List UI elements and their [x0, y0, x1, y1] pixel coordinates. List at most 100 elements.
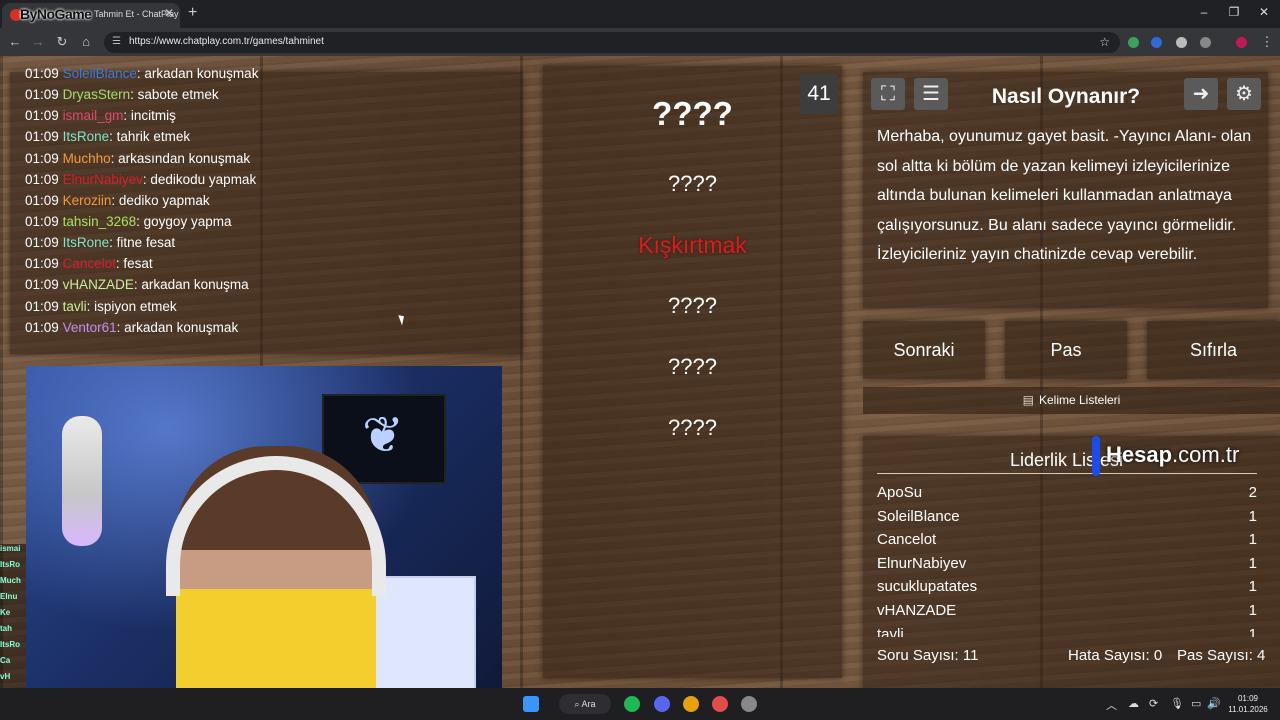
word-lists-button[interactable]: ▤ Kelime Listeleri: [863, 387, 1280, 414]
back-icon[interactable]: ←: [7, 34, 23, 49]
leaderboard-row: ApoSu 2: [877, 481, 1257, 505]
mic-icon[interactable]: 🎙: [1170, 697, 1184, 710]
site-info-icon[interactable]: ☰: [112, 36, 121, 47]
microphone: [62, 416, 102, 546]
chrome-profile-icon[interactable]: [712, 696, 728, 712]
chat-time: 01:09: [25, 256, 59, 272]
sponsor-name: Hesap: [1106, 441, 1173, 467]
chat-time: 01:09: [25, 129, 59, 145]
overlay-chat-name: tah: [0, 624, 26, 640]
leaderboard-name: SoleilBlance: [877, 507, 960, 525]
close-window-button[interactable]: ✕: [1254, 5, 1274, 19]
brand-overlay: ByNoGame: [20, 6, 92, 22]
url-text[interactable]: https://www.chatplay.com.tr/games/tahmin…: [129, 36, 324, 47]
reload-icon[interactable]: ↻: [54, 34, 70, 50]
how-to-play-text: Merhaba, oyunumuz gayet basit. -Yayıncı …: [877, 128, 1252, 263]
browser-toolbar: ← → ↻ ⌂ ☰ https://www.chatplay.com.tr/ga…: [0, 28, 1280, 56]
chat-username[interactable]: tavli: [63, 299, 87, 314]
extension-translate-icon[interactable]: [1151, 37, 1162, 48]
chat-message: 01:09 Ventor61: arkadan konuşmak: [25, 319, 239, 335]
streamer-webcam: ❦: [26, 366, 502, 688]
cloud-icon[interactable]: ☁: [1128, 697, 1139, 710]
spotify-icon[interactable]: [624, 696, 640, 712]
overlay-chat-name: Ke: [0, 608, 26, 624]
volume-icon[interactable]: 🔊: [1207, 697, 1221, 710]
overlay-chat-name: Ca: [0, 656, 26, 672]
chat-username[interactable]: ItsRone: [63, 235, 110, 250]
chat-username[interactable]: ItsRone: [63, 129, 110, 144]
word-lists-label: Kelime Listeleri: [1038, 393, 1121, 407]
word-hidden-1: ????: [652, 95, 733, 132]
extensions-menu-icon[interactable]: [1200, 37, 1211, 48]
leaderboard-row: sucuklupatates 1: [877, 575, 1257, 599]
leaderboard-score: 1: [1248, 554, 1257, 572]
extension-puzzle-icon[interactable]: [1176, 37, 1187, 48]
chat-username[interactable]: ElnurNabiyev: [63, 172, 143, 187]
obs-icon[interactable]: [741, 696, 757, 712]
chat-time: 01:09: [25, 319, 59, 335]
tray-expand-icon[interactable]: ︿: [1106, 697, 1117, 713]
address-bar[interactable]: ☰ https://www.chatplay.com.tr/games/tahm…: [104, 32, 1120, 53]
taskbar-search-label: Ara: [581, 699, 596, 709]
pass-button[interactable]: Pas: [1005, 321, 1127, 379]
chat-text: tahrik etmek: [116, 129, 191, 145]
exit-icon[interactable]: ➜: [1184, 78, 1218, 110]
more-menu-icon[interactable]: ⋮: [1259, 34, 1275, 50]
profile-avatar-icon[interactable]: [1236, 37, 1247, 48]
chat-username[interactable]: Ventor61: [63, 320, 117, 335]
chat-username[interactable]: DryasStern: [63, 87, 131, 102]
question-count: Soru Sayısı: 11: [877, 647, 979, 664]
chat-username[interactable]: Muchho: [63, 151, 111, 166]
bookmark-star-icon[interactable]: ☆: [1099, 35, 1110, 49]
chat-time: 01:09: [25, 66, 59, 81]
chat-username[interactable]: SoleilBlance: [63, 66, 137, 81]
taskbar-search[interactable]: ⌕ Ara: [559, 694, 611, 714]
sponsor-logo-icon: [1092, 436, 1100, 476]
taskbar-clock[interactable]: 01:09 11.01.2026: [1222, 693, 1274, 715]
sponsor-domain: .com.tr: [1172, 441, 1240, 467]
word-hidden-4: ????: [668, 354, 717, 379]
leaderboard-name: Cancelot: [877, 531, 937, 549]
sync-icon[interactable]: ⟳: [1149, 697, 1158, 710]
leaderboard-score: 1: [1248, 601, 1257, 619]
discord-icon[interactable]: [654, 696, 670, 712]
home-icon[interactable]: ⌂: [78, 34, 94, 49]
word-active: Kışkırtmak: [638, 232, 747, 258]
chat-username[interactable]: vHANZADE: [63, 277, 134, 292]
chat-time: 01:09: [25, 171, 59, 187]
restore-button[interactable]: ❐: [1224, 5, 1244, 19]
chat-message: 01:09 SoleilBlance: arkadan konuşmak: [25, 66, 259, 81]
chat-text: arkadan konuşmak: [144, 66, 259, 81]
tab-bar: ByNoGame Tahmin Et - ChatPlay ✕ + – ❐ ✕: [0, 0, 1280, 28]
display-icon[interactable]: ▭: [1191, 697, 1201, 710]
forward-icon[interactable]: →: [30, 34, 46, 49]
close-tab-icon[interactable]: ✕: [164, 6, 174, 20]
chat-username[interactable]: tahsin_3268: [63, 214, 137, 229]
leaderboard-row: vHANZADE 1: [877, 599, 1257, 623]
chat-message: 01:09 ismail_gm: incitmiş: [25, 108, 176, 124]
minimize-button[interactable]: –: [1194, 5, 1214, 19]
extension-shield-icon[interactable]: [1128, 37, 1139, 48]
chat-username[interactable]: Cancelot: [63, 256, 116, 271]
settings-icon[interactable]: ⚙: [1227, 78, 1261, 110]
leaderboard-row: ElnurNabiyev 1: [877, 552, 1257, 576]
tab-tahminet[interactable]: ByNoGame Tahmin Et - ChatPlay ✕: [2, 3, 180, 28]
start-icon[interactable]: [523, 696, 539, 712]
chrome-icon[interactable]: [683, 696, 699, 712]
chat-time: 01:09: [25, 108, 59, 124]
word-hidden-3: ????: [668, 293, 717, 318]
next-button[interactable]: Sonraki: [863, 321, 985, 379]
chat-username[interactable]: Keroziin: [63, 193, 112, 208]
reset-button[interactable]: Sıfırla: [1147, 321, 1280, 379]
sponsor-watermark: Hesap.com.tr: [1092, 436, 1239, 476]
new-tab-button[interactable]: +: [188, 4, 197, 22]
chat-message-list: 01:09 SoleilBlance: arkadan konuşmak 01:0…: [25, 66, 505, 341]
chat-text: sabote etmek: [137, 87, 219, 103]
chat-text: arkasından konuşmak: [118, 150, 251, 166]
leaderboard-list: ApoSu 2 SoleilBlance 1 Cancelot 1 ElnurNabiyev…: [877, 481, 1257, 637]
overlay-chat-name: Elnu: [0, 592, 26, 608]
fullscreen-icon[interactable]: ⛶: [871, 78, 905, 110]
chat-username[interactable]: ismail_gm: [63, 108, 124, 123]
chat-text: ispiyon etmek: [94, 298, 177, 314]
chat-time: 01:09: [25, 213, 59, 229]
